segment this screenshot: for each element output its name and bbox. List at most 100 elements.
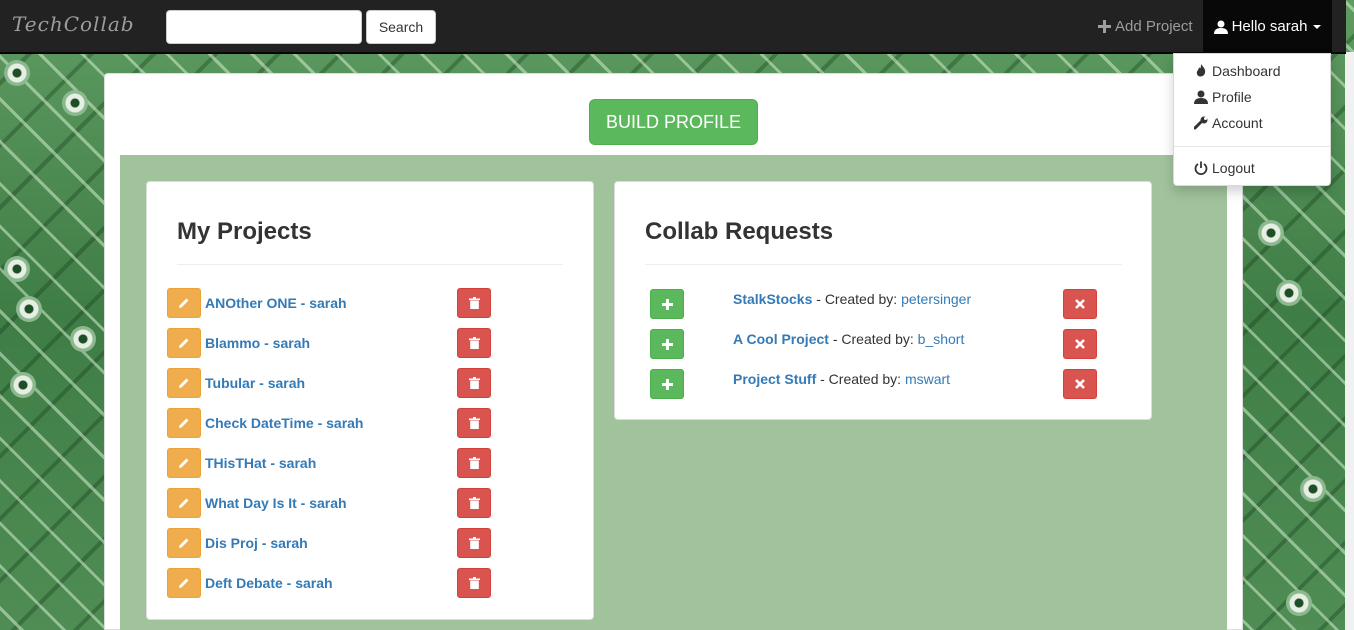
circuit-pad — [4, 256, 30, 282]
created-by-label: - Created by: — [828, 331, 918, 347]
menu-divider — [1174, 146, 1330, 147]
request-project-link[interactable]: A Cool Project — [733, 331, 829, 347]
fire-icon — [1196, 64, 1206, 77]
search-input[interactable] — [166, 10, 362, 44]
request-description: A Cool Project - Created by: b_short — [733, 331, 964, 347]
menu-item-account[interactable]: Account — [1194, 115, 1263, 131]
menu-item-profile[interactable]: Profile — [1194, 89, 1252, 105]
trash-icon — [468, 377, 480, 389]
edit-project-button[interactable] — [167, 408, 201, 438]
request-creator-link[interactable]: mswart — [905, 371, 950, 387]
project-link[interactable]: Blammo - sarah — [205, 335, 310, 351]
project-link[interactable]: THisTHat - sarah — [205, 455, 316, 471]
accept-request-button[interactable] — [650, 369, 684, 399]
request-description: Project Stuff - Created by: mswart — [733, 371, 950, 387]
user-dropdown-menu: Dashboard Profile Account Logout — [1173, 53, 1331, 186]
trash-icon — [468, 297, 480, 309]
brand-logo[interactable]: TechCollab — [12, 12, 135, 36]
close-icon — [1075, 299, 1085, 309]
add-project-label: Add Project — [1115, 18, 1193, 35]
menu-item-label: Profile — [1212, 89, 1252, 105]
divider — [645, 264, 1122, 265]
accept-request-button[interactable] — [650, 289, 684, 319]
close-icon — [1075, 379, 1085, 389]
request-project-link[interactable]: StalkStocks — [733, 291, 812, 307]
menu-item-label: Account — [1212, 115, 1263, 131]
collab-requests-title: Collab Requests — [645, 218, 834, 245]
close-icon — [1075, 339, 1085, 349]
edit-project-button[interactable] — [167, 568, 201, 598]
circuit-pad — [1286, 590, 1312, 616]
project-link[interactable]: Deft Debate - sarah — [205, 575, 333, 591]
project-link[interactable]: ANOther ONE - sarah — [205, 295, 347, 311]
menu-item-label: Dashboard — [1212, 63, 1281, 79]
edit-project-button[interactable] — [167, 448, 201, 478]
request-creator-link[interactable]: petersinger — [901, 291, 971, 307]
plus-icon — [661, 298, 673, 310]
edit-project-button[interactable] — [167, 528, 201, 558]
circuit-pad — [62, 90, 88, 116]
pencil-icon — [179, 578, 189, 588]
edit-project-button[interactable] — [167, 328, 201, 358]
trash-icon — [468, 497, 480, 509]
created-by-label: - Created by: — [816, 371, 905, 387]
wrench-icon — [1194, 116, 1208, 130]
project-link[interactable]: What Day Is It - sarah — [205, 495, 347, 511]
pencil-icon — [179, 498, 189, 508]
search-button[interactable]: Search — [366, 10, 436, 44]
pencil-icon — [179, 458, 189, 468]
reject-request-button[interactable] — [1063, 369, 1097, 399]
delete-project-button[interactable] — [457, 368, 491, 398]
accept-request-button[interactable] — [650, 329, 684, 359]
menu-item-dashboard[interactable]: Dashboard — [1194, 63, 1281, 79]
edit-project-button[interactable] — [167, 488, 201, 518]
trash-icon — [468, 537, 480, 549]
project-link[interactable]: Dis Proj - sarah — [205, 535, 308, 551]
plus-icon — [1098, 20, 1111, 33]
circuit-pad — [10, 372, 36, 398]
project-link[interactable]: Tubular - sarah — [205, 375, 305, 391]
trash-icon — [468, 337, 480, 349]
edit-project-button[interactable] — [167, 368, 201, 398]
request-description: StalkStocks - Created by: petersinger — [733, 291, 971, 307]
circuit-pad — [1258, 220, 1284, 246]
delete-project-button[interactable] — [457, 408, 491, 438]
build-profile-button[interactable]: BUILD PROFILE — [589, 99, 758, 145]
pencil-icon — [179, 378, 189, 388]
user-icon — [1194, 90, 1208, 104]
pencil-icon — [179, 298, 189, 308]
delete-project-button[interactable] — [457, 448, 491, 478]
divider — [177, 264, 563, 265]
circuit-pad — [4, 60, 30, 86]
user-greeting: Hello sarah — [1231, 18, 1308, 35]
delete-project-button[interactable] — [457, 488, 491, 518]
pencil-icon — [179, 538, 189, 548]
edit-project-button[interactable] — [167, 288, 201, 318]
circuit-pad — [70, 326, 96, 352]
delete-project-button[interactable] — [457, 288, 491, 318]
menu-item-label: Logout — [1212, 160, 1255, 176]
add-project-link[interactable]: Add Project — [1098, 18, 1193, 35]
delete-project-button[interactable] — [457, 328, 491, 358]
pencil-icon — [179, 418, 189, 428]
request-creator-link[interactable]: b_short — [918, 331, 965, 347]
delete-project-button[interactable] — [457, 528, 491, 558]
user-menu-toggle[interactable]: Hello sarah — [1203, 0, 1332, 53]
request-project-link[interactable]: Project Stuff — [733, 371, 816, 387]
trash-icon — [468, 577, 480, 589]
pencil-icon — [179, 338, 189, 348]
top-navbar: TechCollab Search Add Project Hello sara… — [0, 0, 1346, 53]
project-link[interactable]: Check DateTime - sarah — [205, 415, 363, 431]
created-by-label: - Created by: — [812, 291, 902, 307]
my-projects-title: My Projects — [177, 218, 312, 245]
page-scrollbar[interactable] — [1345, 52, 1354, 630]
circuit-pad — [1276, 280, 1302, 306]
reject-request-button[interactable] — [1063, 329, 1097, 359]
reject-request-button[interactable] — [1063, 289, 1097, 319]
circuit-pad — [1300, 476, 1326, 502]
caret-down-icon — [1313, 24, 1322, 29]
delete-project-button[interactable] — [457, 568, 491, 598]
menu-item-logout[interactable]: Logout — [1194, 160, 1255, 176]
my-projects-panel: My Projects — [146, 181, 594, 620]
user-icon — [1213, 20, 1228, 34]
